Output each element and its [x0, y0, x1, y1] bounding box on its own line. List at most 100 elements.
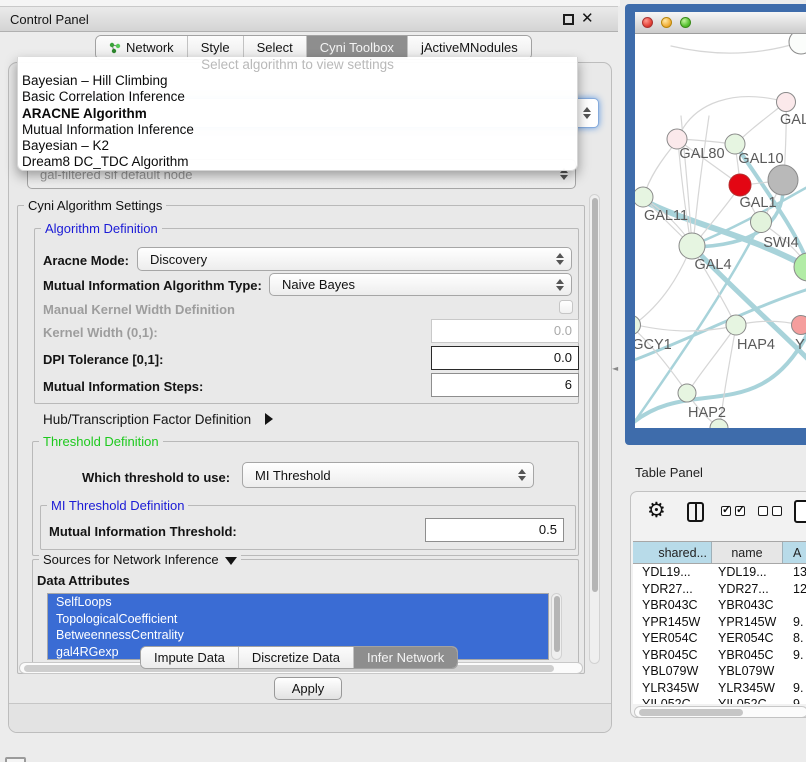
network-node[interactable]: [789, 34, 806, 54]
manual-kernel-label: Manual Kernel Width Definition: [43, 302, 235, 317]
tab-label: Impute Data: [154, 650, 225, 665]
algorithm-option-bayesian-k2[interactable]: Bayesian – K2: [18, 138, 577, 154]
table-horizontal-scrollbar[interactable]: [634, 706, 806, 718]
node-label-hap2: HAP2: [688, 405, 726, 421]
aracne-mode-value: Discovery: [150, 252, 207, 267]
column-header-shared-[interactable]: shared...: [633, 542, 712, 563]
network-window-titlebar[interactable]: [635, 12, 806, 34]
tab-cyni-toolbox[interactable]: Cyni Toolbox: [306, 36, 407, 59]
network-node-hap2[interactable]: [678, 384, 696, 402]
table-cell: YIL052C: [712, 696, 783, 704]
network-node-hap4[interactable]: [726, 315, 746, 335]
attribute-item-selfloops[interactable]: SelfLoops: [48, 594, 548, 611]
network-node-gcy1[interactable]: [635, 316, 641, 335]
minimized-panel-icon[interactable]: [5, 757, 26, 762]
close-icon[interactable]: ✕: [581, 9, 594, 27]
node-label-gal10: GAL10: [738, 151, 783, 167]
table-cell: YBL079W: [712, 663, 783, 680]
aracne-mode-combo[interactable]: Discovery: [137, 247, 572, 271]
mi-steps-field[interactable]: 6: [431, 373, 579, 397]
dpi-tolerance-field[interactable]: 0.0: [431, 346, 579, 370]
tab-discretize-data[interactable]: Discretize Data: [238, 647, 353, 668]
mi-threshold-field[interactable]: 0.5: [425, 518, 564, 542]
collapse-arrow-icon[interactable]: [225, 557, 237, 565]
network-canvas[interactable]: GALGAL80GAL10GAL1GAL11SWI4GAL4GCY1HAP4YH…: [635, 34, 806, 428]
algorithm-option-aracne-algorithm[interactable]: ARACNE Algorithm: [18, 106, 577, 122]
network-node-gal11[interactable]: [635, 187, 653, 207]
kernel-width-field[interactable]: 0.0: [431, 319, 579, 343]
select-all-icon[interactable]: [721, 506, 745, 516]
network-node-gal[interactable]: [777, 93, 796, 112]
network-view-window: GALGAL80GAL10GAL1GAL11SWI4GAL4GCY1HAP4YH…: [625, 4, 806, 445]
table-row[interactable]: YIL052CYIL052C9: [633, 696, 806, 704]
split-columns-icon[interactable]: [687, 502, 704, 522]
mi-type-label: Mutual Information Algorithm Type:: [43, 278, 262, 293]
network-edge[interactable]: [635, 247, 691, 326]
close-traffic-light-icon[interactable]: [642, 17, 653, 28]
tab-network[interactable]: Network: [96, 36, 187, 59]
node-label-hap4: HAP4: [737, 337, 775, 353]
gear-icon[interactable]: ⚙: [647, 498, 666, 522]
algorithm-option-bayesian-hill-climbing[interactable]: Bayesian – Hill Climbing: [18, 73, 577, 89]
column-header-a[interactable]: A: [783, 542, 806, 563]
tab-impute-data[interactable]: Impute Data: [141, 647, 238, 668]
table-panel-title: Table Panel: [635, 465, 703, 480]
node-label-gal1: GAL1: [739, 195, 776, 211]
settings-group-title: Cyni Algorithm Settings: [24, 198, 166, 213]
table-cell: YBR045C: [633, 647, 712, 664]
table-cell: 8.: [783, 630, 806, 647]
table-cell: YDR27...: [633, 581, 712, 598]
node-label-gal80: GAL80: [679, 146, 724, 162]
tab-style[interactable]: Style: [187, 36, 243, 59]
algorithm-option-basic-correlation-inference[interactable]: Basic Correlation Inference: [18, 89, 577, 105]
tab-select[interactable]: Select: [243, 36, 306, 59]
network-node-gal4[interactable]: [679, 233, 705, 259]
network-edge[interactable]: [678, 97, 786, 138]
algorithm-option-mutual-information-inference[interactable]: Mutual Information Inference: [18, 122, 577, 138]
attribute-item-betweennesscentrality[interactable]: BetweennessCentrality: [48, 627, 548, 644]
table-row[interactable]: YBL079WYBL079W: [633, 663, 806, 680]
hub-factor-label: Hub/Transcription Factor Definition: [43, 412, 251, 427]
minimize-traffic-light-icon[interactable]: [661, 17, 672, 28]
table-row[interactable]: YDL19...YDL19...13: [633, 564, 806, 581]
attributes-scrollbar[interactable]: [551, 593, 562, 660]
network-node-gal1[interactable]: [729, 174, 751, 196]
attribute-item-topologicalcoefficient[interactable]: TopologicalCoefficient: [48, 611, 548, 628]
column-header-name[interactable]: name: [712, 542, 783, 563]
which-threshold-combo[interactable]: MI Threshold: [242, 462, 534, 488]
table-function-icon[interactable]: [794, 500, 806, 523]
tab-jactivemnodules[interactable]: jActiveMNodules: [407, 36, 531, 59]
expand-arrow-icon[interactable]: [265, 413, 273, 425]
apply-button[interactable]: Apply: [274, 677, 342, 700]
hub-factor-section[interactable]: Hub/Transcription Factor Definition: [43, 412, 273, 427]
panel-divider-grip[interactable]: ◄: [612, 364, 618, 373]
which-threshold-value: MI Threshold: [255, 468, 331, 483]
table-row[interactable]: YPR145WYPR145W9.: [633, 614, 806, 631]
network-node[interactable]: [794, 253, 806, 281]
table-row[interactable]: YDR27...YDR27...12: [633, 581, 806, 598]
network-edge[interactable]: [671, 42, 801, 53]
algorithm-option-dream8-dc-tdc-algorithm[interactable]: Dream8 DC_TDC Algorithm: [18, 154, 577, 170]
float-window-icon[interactable]: [563, 14, 574, 25]
mi-type-combo[interactable]: Naive Bayes: [269, 273, 572, 296]
table-cell: 13: [783, 564, 806, 581]
table-row[interactable]: YBR045CYBR045C9.: [633, 647, 806, 664]
network-node-swi4[interactable]: [751, 212, 772, 233]
table-row[interactable]: YER054CYER054C8.: [633, 630, 806, 647]
tab-infer-network[interactable]: Infer Network: [353, 647, 457, 668]
tab-label: Infer Network: [367, 650, 444, 665]
node-label-swi4: SWI4: [763, 235, 798, 251]
node-label-gal4: GAL4: [694, 257, 731, 273]
vertical-scrollbar[interactable]: [589, 194, 600, 664]
table-row[interactable]: YLR345WYLR345W9.: [633, 680, 806, 697]
zoom-traffic-light-icon[interactable]: [680, 17, 691, 28]
deselect-all-icon[interactable]: [758, 506, 782, 516]
network-node[interactable]: [768, 165, 798, 195]
network-node-y[interactable]: [792, 316, 806, 335]
mi-steps-label: Mutual Information Steps:: [43, 379, 203, 394]
table-panel: ⚙ shared...nameA YDL19...YDL19...13YDR27…: [630, 491, 806, 718]
table-row[interactable]: YBR043CYBR043C: [633, 597, 806, 614]
tab-label: Style: [201, 40, 230, 55]
manual-kernel-checkbox[interactable]: [559, 300, 573, 314]
sources-title[interactable]: Sources for Network Inference: [39, 552, 241, 567]
